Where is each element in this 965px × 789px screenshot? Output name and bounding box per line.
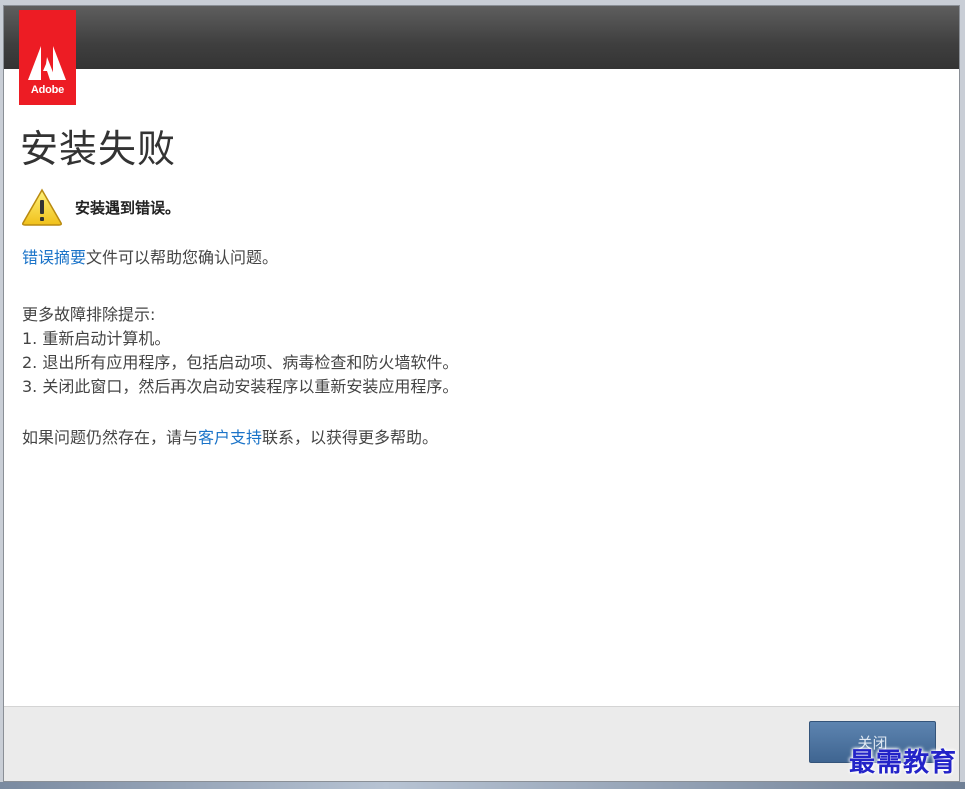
- error-summary-text: 文件可以帮助您确认问题。: [86, 248, 279, 267]
- title-bar[interactable]: [4, 6, 959, 69]
- warning-message: 安装遇到错误。: [21, 187, 180, 227]
- page-title: 安装失败: [20, 127, 177, 171]
- contact-support-line: 如果问题仍然存在，请与客户支持联系，以获得更多帮助。: [22, 426, 722, 450]
- adobe-a-icon: [28, 46, 66, 80]
- message-content: 错误摘要文件可以帮助您确认问题。 更多故障排除提示: 1. 重新启动计算机。 2…: [22, 246, 458, 447]
- error-summary-line: 错误摘要文件可以帮助您确认问题。: [22, 246, 278, 270]
- tip-item: 1. 重新启动计算机。: [22, 329, 171, 348]
- tips-heading: 更多故障排除提示:: [22, 305, 156, 324]
- contact-text-before: 如果问题仍然存在，请与: [22, 428, 199, 447]
- warning-icon: [22, 188, 62, 226]
- taskbar-strip: [0, 782, 965, 789]
- watermark: 最需教育: [848, 748, 957, 778]
- adobe-logo: Adobe: [19, 10, 76, 105]
- installer-window: Adobe 安装失败 安装遇到错误。 错误摘要文件可以帮助您确认问题。 更多故障…: [3, 5, 960, 782]
- tip-item: 2. 退出所有应用程序，包括启动项、病毒检查和防火墙软件。: [22, 353, 459, 372]
- troubleshooting-tips: 更多故障排除提示: 1. 重新启动计算机。 2. 退出所有应用程序，包括启动项、…: [22, 303, 722, 399]
- error-summary-link[interactable]: 错误摘要: [22, 248, 86, 267]
- adobe-logo-text: Adobe: [30, 84, 65, 96]
- customer-support-link[interactable]: 客户支持: [198, 428, 262, 447]
- warning-text: 安装遇到错误。: [75, 198, 181, 217]
- contact-text-after: 联系，以获得更多帮助。: [262, 428, 439, 447]
- footer-bar: 关闭: [4, 706, 959, 781]
- tip-item: 3. 关闭此窗口，然后再次启动安装程序以重新安装应用程序。: [22, 377, 459, 396]
